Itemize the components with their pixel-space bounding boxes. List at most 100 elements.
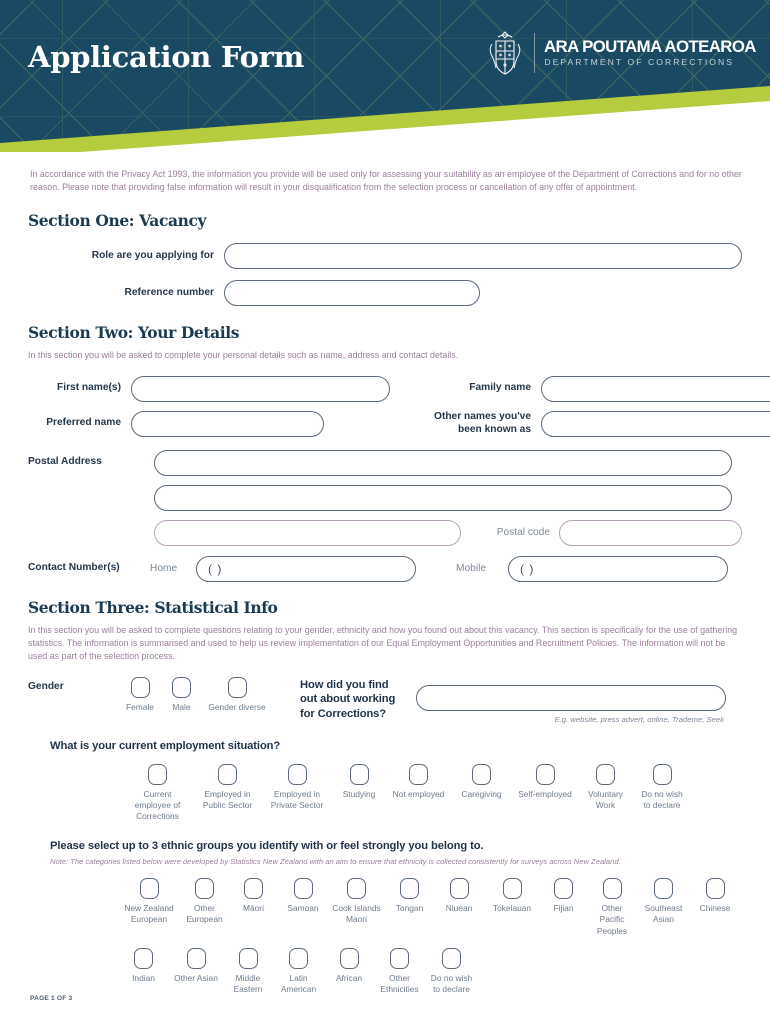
gender-option-female[interactable]: Female: [119, 677, 161, 713]
ethnicity-chinese-checkbox[interactable]: [705, 878, 725, 900]
section-two-note: In this section you will be asked to com…: [28, 350, 459, 361]
ethnicity-option-maori[interactable]: Māori: [229, 878, 278, 914]
preferred-name-input[interactable]: [131, 410, 324, 437]
page-title: Application Form: [28, 40, 304, 74]
ethnicity-option-samoan[interactable]: Samoan: [278, 878, 328, 914]
ethnicity-option-tongan[interactable]: Tongan: [385, 878, 434, 914]
employment-self-employed-label: Self-employed: [518, 789, 572, 800]
employment-option-current-employee[interactable]: Current employee of Corrections: [122, 764, 193, 822]
ethnicity-options-row-2: Indian Other Asian Middle Eastern Latin …: [118, 947, 742, 995]
role-input[interactable]: [224, 243, 742, 270]
ethnicity-option-middle-eastern[interactable]: Middle Eastern: [223, 947, 273, 995]
employment-self-employed-checkbox[interactable]: [535, 764, 555, 786]
postal-code-input[interactable]: [559, 519, 742, 546]
employment-voluntary-work-checkbox[interactable]: [596, 764, 615, 786]
ethnicity-other-european-checkbox[interactable]: [195, 878, 214, 900]
employment-current-employee-checkbox[interactable]: [148, 764, 167, 786]
employment-private-sector-checkbox[interactable]: [287, 764, 307, 786]
family-name-input[interactable]: [541, 375, 770, 402]
reference-number-input[interactable]: [224, 280, 480, 307]
ethnicity-maori-label: Māori: [243, 903, 264, 914]
how-found-label: How did you find out about working for C…: [300, 679, 396, 720]
employment-option-studying[interactable]: Studying: [332, 764, 386, 800]
field-row-reference: Reference number: [28, 280, 742, 307]
corrections-logo: ARA POUTAMA AOTEAROA DEPARTMENT OF CORRE…: [485, 28, 757, 78]
ethnicity-southeast-asian-checkbox[interactable]: [654, 878, 673, 900]
gender-male-label: Male: [172, 702, 191, 713]
ethnicity-indian-label: Indian: [132, 972, 155, 983]
ethnicity-latin-american-label: Latin American: [280, 972, 317, 994]
employment-option-private-sector[interactable]: Employed in Private Sector: [262, 764, 332, 811]
postal-address-line2-input[interactable]: [154, 484, 732, 511]
ethnicity-option-tokelauan[interactable]: Tokelauan: [484, 878, 540, 914]
employment-option-caregiving[interactable]: Caregiving: [451, 764, 512, 800]
ethnicity-option-indian[interactable]: Indian: [118, 947, 169, 984]
gender-option-gender-diverse[interactable]: Gender diverse: [202, 677, 272, 713]
gender-male-checkbox[interactable]: [172, 677, 191, 699]
ethnicity-other-asian-checkbox[interactable]: [186, 947, 206, 969]
home-phone-input[interactable]: ( ): [196, 555, 416, 582]
employment-option-self-employed[interactable]: Self-employed: [512, 764, 578, 800]
ethnicity-maori-checkbox[interactable]: [244, 878, 263, 900]
ethnicity-middle-eastern-checkbox[interactable]: [238, 947, 258, 969]
gender-female-checkbox[interactable]: [130, 677, 150, 699]
ethnicity-other-pacific-peoples-checkbox[interactable]: [602, 878, 622, 900]
ethnicity-option-no-declare[interactable]: Do no wish to declare: [425, 947, 478, 995]
gender-label: Gender: [28, 681, 64, 693]
other-names-input[interactable]: [541, 410, 770, 437]
mobile-phone-label: Mobile: [456, 563, 487, 575]
employment-studying-checkbox[interactable]: [349, 764, 369, 786]
ethnicity-indian-checkbox[interactable]: [134, 947, 153, 969]
ethnicity-nz-european-label: New Zealand European: [124, 903, 174, 925]
employment-option-not-employed[interactable]: Not employed: [386, 764, 451, 800]
first-name-input[interactable]: [131, 375, 390, 402]
how-found-input[interactable]: [416, 685, 726, 712]
postal-address-line3-input[interactable]: [154, 519, 461, 546]
ethnicity-niuean-checkbox[interactable]: [449, 878, 469, 900]
ethnicity-option-niuean[interactable]: Niuean: [434, 878, 484, 914]
ethnicity-option-african[interactable]: African: [324, 947, 374, 984]
ethnicity-nz-european-checkbox[interactable]: [139, 878, 159, 900]
mobile-phone-input[interactable]: ( ): [508, 555, 728, 582]
logo-divider: [534, 33, 536, 73]
ethnicity-samoan-checkbox[interactable]: [293, 878, 313, 900]
ethnicity-question: Please select up to 3 ethnic groups you …: [50, 840, 484, 853]
ethnicity-other-asian-label: Other Asian: [174, 972, 218, 983]
ethnicity-tokelauan-label: Tokelauan: [492, 903, 532, 914]
ethnicity-option-southeast-asian[interactable]: Southeast Asian: [637, 878, 690, 925]
ethnicity-other-ethnicities-checkbox[interactable]: [390, 947, 409, 969]
ethnicity-option-latin-american[interactable]: Latin American: [273, 947, 324, 995]
gender-diverse-checkbox[interactable]: [227, 677, 247, 699]
postal-address-line1-input[interactable]: [154, 449, 732, 476]
ethnicity-option-fijian[interactable]: Fijian: [540, 878, 587, 914]
ethnicity-option-nz-european[interactable]: New Zealand European: [118, 878, 180, 925]
ethnicity-option-cook-islands-maori[interactable]: Cook Islands Maori: [328, 878, 385, 925]
ethnicity-niuean-label: Niuean: [445, 903, 473, 914]
employment-caregiving-checkbox[interactable]: [472, 764, 491, 786]
gender-option-male[interactable]: Male: [161, 677, 202, 713]
ethnicity-african-checkbox[interactable]: [339, 947, 359, 969]
employment-not-employed-checkbox[interactable]: [409, 764, 428, 786]
ethnicity-fijian-checkbox[interactable]: [554, 878, 573, 900]
section-three-heading: Section Three: Statistical Info: [28, 597, 278, 617]
ethnicity-option-other-pacific-peoples[interactable]: Other Pacific Peoples: [587, 878, 637, 936]
ethnicity-tongan-checkbox[interactable]: [400, 878, 419, 900]
ethnicity-cook-islands-maori-label: Cook Islands Maori: [332, 903, 381, 925]
ethnicity-option-other-ethnicities[interactable]: Other Ethnicities: [374, 947, 425, 995]
employment-no-declare-checkbox[interactable]: [652, 764, 672, 786]
employment-option-no-declare[interactable]: Do no wish to declare: [633, 764, 691, 811]
how-found-field-group: E.g. website, press advert, online, Trad…: [416, 685, 726, 724]
ethnicity-cook-islands-maori-checkbox[interactable]: [347, 878, 366, 900]
ethnicity-tokelauan-checkbox[interactable]: [502, 878, 522, 900]
employment-option-public-sector[interactable]: Employed in Public Sector: [193, 764, 262, 811]
ethnicity-option-chinese[interactable]: Chinese: [690, 878, 740, 914]
ethnicity-option-other-european[interactable]: Other European: [180, 878, 229, 925]
employment-public-sector-checkbox[interactable]: [218, 764, 237, 786]
ethnicity-no-declare-checkbox[interactable]: [442, 947, 461, 969]
field-row-contact-numbers: Contact Number(s) Home ( ) Mobile ( ): [28, 555, 742, 582]
employment-studying-label: Studying: [342, 789, 376, 800]
field-row-other-names: Preferred name Other names you've been k…: [28, 410, 770, 437]
employment-option-voluntary-work[interactable]: Voluntary Work: [578, 764, 633, 811]
ethnicity-option-other-asian[interactable]: Other Asian: [169, 947, 223, 984]
ethnicity-latin-american-checkbox[interactable]: [289, 947, 308, 969]
